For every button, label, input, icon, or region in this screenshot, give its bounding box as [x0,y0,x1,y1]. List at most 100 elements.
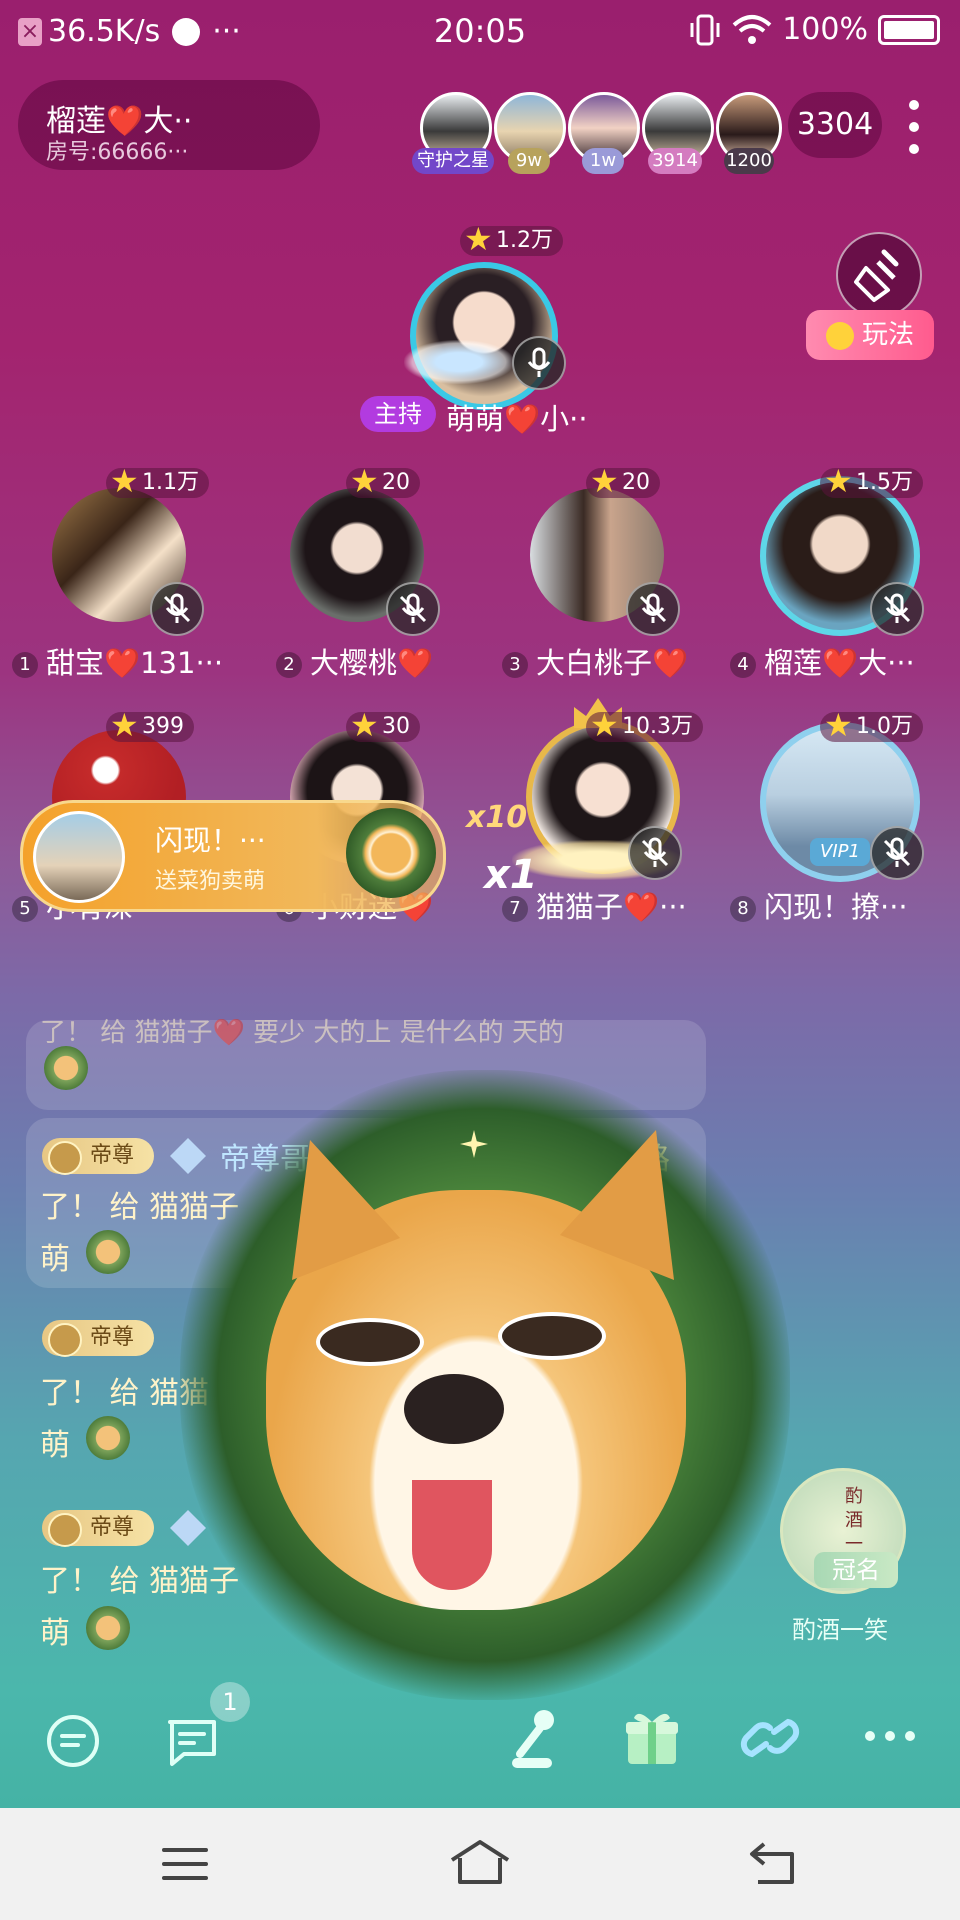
seat-number: 7 [502,896,528,922]
gift-description: 送菜狗卖萌 [155,869,266,894]
host-score-value: 1.2万 [496,228,553,253]
seat-name: 大樱桃❤️ [310,646,434,680]
seat-score-value: 1.0万 [856,714,913,739]
gift-animation-cabbage-dog [180,1070,790,1700]
seat-mute-button[interactable] [150,582,204,636]
duck-icon [825,321,854,350]
seat-mute-button[interactable] [870,826,924,880]
seat-score: ★ 20 [586,464,660,498]
diamond-icon [170,1138,206,1174]
seat-score: ★ 30 [346,708,420,742]
top-user-badge: 守护之星 [412,148,494,174]
seat-name: 榴莲❤️大··· [764,646,915,680]
seat-score: ★ 1.0万 [820,708,923,742]
seat-label: 2 大樱桃❤️ [276,640,433,682]
home-button[interactable] [448,1838,512,1890]
star-icon: ★ [464,220,493,258]
seat-score: ★ 1.1万 [106,464,209,498]
dog-eye-right [498,1312,606,1360]
host-name: 萌萌❤️小·· [446,402,588,436]
wings-icon [404,340,514,384]
seat-label: 8 闪现！撩··· [730,884,908,926]
top-user-badge: 1w [582,148,624,174]
share-link-button[interactable] [740,1710,800,1770]
seat-number: 3 [502,652,528,678]
unread-badge: 1 [210,1682,250,1722]
gift-sender-avatar [33,811,125,903]
private-message-button[interactable] [164,1714,220,1774]
emperor-badge: 帝尊 [42,1138,154,1175]
gift-multiplier: x10 [466,800,528,835]
gift-cabbage-icon [44,1046,88,1090]
star-icon: ★ [824,706,853,744]
seat-score: ★ 20 [346,464,420,498]
gift-sender-name: 闪现！··· [155,824,266,857]
star-icon: ★ [110,706,139,744]
message-icon [47,1715,99,1767]
host-mic-button[interactable] [512,336,566,390]
seat-mute-button[interactable] [386,582,440,636]
seat-score-value: 1.5万 [856,470,913,495]
seat-mute-button[interactable] [870,582,924,636]
top-user-badge: 3914 [648,148,702,174]
dog-nose [404,1374,504,1444]
seat-score-value: 399 [142,714,184,739]
star-icon: ★ [350,462,379,500]
status-right: 100% [688,12,940,47]
emperor-badge: 帝尊 [42,1510,154,1547]
emperor-badge: 帝尊 [42,1320,154,1357]
seat-label: 3 大白桃子❤️ [502,640,688,682]
gift-cabbage-icon [86,1416,130,1460]
seat-number: 1 [12,652,38,678]
mic-off-icon [399,593,427,623]
seat-name: 甜宝❤️131··· [46,646,224,680]
mic-icon [527,347,551,377]
clean-screen-button[interactable] [836,232,922,318]
mic-off-icon [883,593,911,623]
seat-label: 4 榴莲❤️大··· [730,640,915,682]
star-icon: ★ [590,706,619,744]
vibrate-icon [690,14,720,45]
mic-off-icon [641,837,669,867]
more-actions-button[interactable] [862,1726,918,1750]
back-icon [750,1842,794,1884]
gift-cabbage-icon [86,1230,130,1274]
seat-label: 1 甜宝❤️131··· [12,640,223,682]
mic-off-icon [639,593,667,623]
seat-mute-button[interactable] [626,582,680,636]
seat-mute-button[interactable] [628,826,682,880]
play-label: 玩法 [861,320,914,350]
sponsor-label: 冠名 [814,1552,898,1588]
more-menu-icon[interactable] [908,100,920,154]
vip-badge: VIP1 [810,838,870,866]
back-button[interactable] [748,1840,800,1892]
seat-name: 猫猫子❤️··· [536,890,687,924]
seat-name: 闪现！撩··· [764,890,908,924]
recent-apps-button[interactable] [160,1844,210,1888]
seat-score-value: 30 [382,714,410,739]
gift-icon [626,1713,678,1764]
chat-text: 了！ 给 猫猫子❤️ 要少 大的上 是什么的 天的 [40,1018,564,1048]
microphone-icon [512,1710,554,1768]
chat-input-button[interactable] [44,1712,102,1774]
gift-combo: x1 [484,852,538,898]
play-button[interactable]: 玩法 [806,310,934,360]
mic-seat-button[interactable] [506,1706,562,1776]
chat-bubble-icon [168,1720,216,1766]
host-tag: 主持 [360,396,436,432]
online-count[interactable]: 3304 [788,92,882,158]
room-info[interactable]: 榴莲❤️大·· 房号:66666··· [18,80,320,170]
mic-off-icon [883,837,911,867]
gift-cabbage-icon [86,1606,130,1650]
sparkle-icon [460,1130,488,1158]
seat-number: 2 [276,652,302,678]
status-bar: × 36.5K/s ··· 20:05 100% [0,0,960,64]
seat-score: ★ 10.3万 [586,708,703,742]
seat-score-value: 10.3万 [622,714,693,739]
gift-button[interactable] [624,1708,680,1770]
seat-score: ★ 399 [106,708,194,742]
star-icon: ★ [590,462,619,500]
battery-icon [878,14,940,45]
seat-name: 大白桃子❤️ [536,646,689,680]
seat-number: 4 [730,652,756,678]
